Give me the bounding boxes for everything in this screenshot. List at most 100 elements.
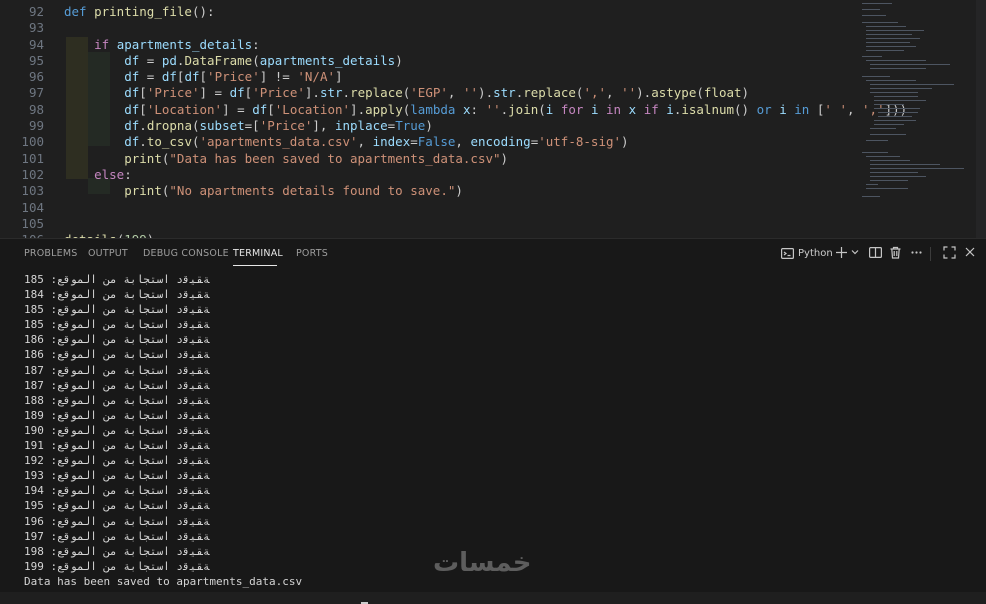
terminal-line: ﺔﻘﻴﻗد اﺳﺘﺠﺎﺑﺔ ﻣﻦ اﻟﻤﻮﻗﻊ: 185	[24, 273, 210, 286]
trash-icon[interactable]	[889, 246, 902, 262]
terminal-line: ﺔﻘﻴﻗد اﺳﺘﺠﺎﺑﺔ ﻣﻦ اﻟﻤﻮﻗﻊ: 196	[24, 514, 210, 528]
maximize-icon[interactable]	[943, 246, 956, 262]
watermark-logo: خمسات	[433, 548, 532, 578]
code-line[interactable]: print("No apartments details found to sa…	[64, 183, 856, 199]
tab-debug-console[interactable]: DEBUG CONSOLE	[143, 248, 229, 259]
code-token: 'Location'	[274, 101, 351, 117]
code-token: "No apartments details found to save."	[169, 183, 456, 199]
code-line[interactable]: df.dropna(subset=['Price'], inplace=True…	[64, 118, 856, 134]
line-number: 103	[21, 183, 44, 199]
code-token: index	[372, 134, 411, 150]
code-editor[interactable]: 92 93 94 95 96 97 98 99 100 101 102 103 …	[0, 0, 986, 238]
terminal-line: ﺔﻘﻴﻗد اﺳﺘﺠﺎﺑﺔ ﻣﻦ اﻟﻤﻮﻗﻊ: 187	[24, 378, 210, 392]
code-token: df	[184, 69, 200, 85]
terminal-line: ﺔﻘﻴﻗد اﺳﺘﺠﺎﺑﺔ ﻣﻦ اﻟﻤﻮﻗﻊ: 192	[24, 454, 210, 468]
code-line[interactable]	[64, 200, 856, 216]
close-icon[interactable]	[964, 246, 976, 262]
code-line[interactable]: df['Location'] = df['Location'].apply(la…	[64, 101, 907, 118]
tab-problems[interactable]: PROBLEMS	[24, 248, 77, 259]
code-line[interactable]: else:	[64, 167, 856, 183]
code-token: apartments_details	[116, 36, 253, 52]
terminal-line: ﺔﻘﻴﻗد اﺳﺘﺠﺎﺑﺔ ﻣﻦ اﻟﻤﻮﻗﻊ: 194	[24, 484, 210, 498]
code-token: replace	[523, 85, 576, 101]
code-line[interactable]: df.to_csv('apartments_data.csv', index=F…	[64, 134, 856, 150]
terminal-line: ﺔﻘﻴﻗد اﺳﺘﺠﺎﺑﺔ ﻣﻦ اﻟﻤﻮﻗﻊ: 193	[24, 469, 210, 483]
code-token: i	[545, 101, 554, 117]
tab-terminal[interactable]: TERMINAL	[233, 248, 283, 259]
code-token: isalnum	[681, 101, 735, 117]
split-icon[interactable]	[869, 246, 883, 262]
code-token: 'Location'	[146, 101, 223, 117]
code-token: str	[493, 85, 516, 101]
terminal-profile-label[interactable]: Python	[798, 246, 833, 262]
line-number: 98	[28, 101, 44, 117]
terminal-line: ﺔﻘﻴﻗد اﺳﺘﺠﺎﺑﺔ ﻣﻦ اﻟﻤﻮﻗﻊ: 195	[24, 499, 210, 513]
code-line[interactable]: df = pd.DataFrame(apartments_details)	[64, 53, 856, 69]
code-token: i	[666, 101, 674, 117]
code-token: encoding	[470, 134, 531, 150]
code-token: df	[124, 118, 140, 134]
line-number: 92	[28, 4, 44, 19]
code-lines[interactable]: def printing_file(): if apartments_detai…	[64, 4, 907, 238]
code-token: ''	[621, 85, 637, 101]
code-line[interactable]: df = df[df['Price'] != 'N/A']	[64, 69, 856, 85]
code-token: True	[395, 118, 426, 134]
line-number: 94	[28, 36, 44, 52]
chevron-down-icon[interactable]	[850, 247, 860, 263]
terminal-line: ﺔﻘﻴﻗد اﺳﺘﺠﺎﺑﺔ ﻣﻦ اﻟﻤﻮﻗﻊ: 188	[24, 393, 210, 407]
tab-ports[interactable]: PORTS	[296, 248, 328, 259]
code-token: apartments_details	[259, 52, 396, 68]
code-token: or	[756, 101, 772, 117]
code-token: 'Price'	[146, 85, 200, 101]
line-number: 100	[21, 134, 44, 150]
code-token: df	[124, 52, 140, 68]
code-token: df	[229, 85, 245, 101]
plus-icon[interactable]	[835, 246, 848, 262]
code-line[interactable]: df['Price'] = df['Price'].str.replace('E…	[64, 85, 856, 101]
minimap[interactable]	[860, 0, 972, 238]
code-line[interactable]: def printing_file():	[64, 4, 856, 20]
active-tab-indicator	[233, 265, 277, 266]
code-token: apply	[365, 101, 403, 117]
code-token: print	[124, 183, 162, 199]
code-token: ''	[462, 85, 479, 101]
code-line[interactable]: print("Data has been saved to apartments…	[64, 151, 856, 167]
line-number: 95	[28, 52, 44, 68]
code-token: else	[94, 166, 125, 182]
code-token: lambda	[410, 101, 456, 117]
terminal-prompt-line[interactable]	[24, 589, 966, 604]
code-token: replace	[350, 85, 403, 101]
code-token: join	[508, 101, 539, 117]
code-token: 'Price'	[259, 118, 313, 134]
code-line[interactable]: if apartments_details:	[64, 37, 856, 53]
code-token: x	[462, 101, 471, 117]
code-token: if	[94, 36, 110, 52]
editor-scrollbar[interactable]	[976, 0, 986, 238]
code-token: df	[124, 69, 140, 85]
terminal-icon[interactable]	[781, 247, 795, 263]
line-number: 97	[28, 85, 44, 101]
line-number-gutter: 92 93 94 95 96 97 98 99 100 101 102 103 …	[0, 4, 44, 238]
code-token: 'Price'	[252, 85, 305, 101]
terminal-line: ﺔﻘﻴﻗد اﺳﺘﺠﺎﺑﺔ ﻣﻦ اﻟﻤﻮﻗﻊ: 189	[24, 408, 210, 422]
line-number: 104	[21, 199, 44, 215]
code-token: df	[124, 134, 140, 150]
line-number: 105	[21, 215, 44, 231]
code-token: in	[606, 101, 622, 117]
code-token: "Data has been saved to apartments_data.…	[169, 150, 501, 166]
toolbar-divider	[930, 247, 931, 261]
line-number: 101	[21, 150, 44, 166]
more-icon[interactable]	[910, 246, 923, 262]
code-token: i	[779, 101, 787, 117]
code-token: float	[703, 85, 742, 101]
code-token: 'apartments_data.csv'	[199, 134, 358, 150]
code-line[interactable]	[64, 20, 856, 36]
code-token: printing_file	[94, 4, 192, 19]
code-token: inplace	[334, 118, 388, 134]
code-token: dropna	[146, 118, 192, 134]
code-line[interactable]	[64, 216, 856, 232]
tab-output[interactable]: OUTPUT	[88, 248, 128, 259]
terminal-line: ﺔﻘﻴﻗد اﺳﺘﺠﺎﺑﺔ ﻣﻦ اﻟﻤﻮﻗﻊ: 191	[24, 439, 210, 453]
line-number: 102	[21, 166, 44, 182]
code-token: 'EGP'	[410, 85, 448, 101]
